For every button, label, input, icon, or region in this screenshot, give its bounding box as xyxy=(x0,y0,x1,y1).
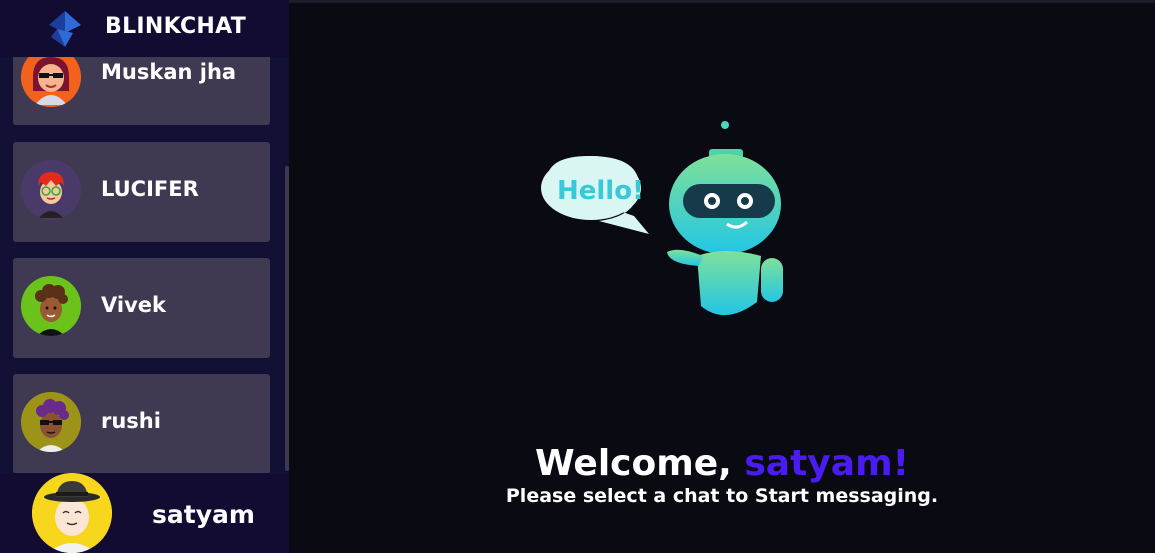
contact-item[interactable]: Vivek xyxy=(13,258,270,358)
current-user-avatar xyxy=(32,473,112,553)
welcome-username: satyam! xyxy=(744,443,909,484)
bubble-text: Hello! xyxy=(557,176,644,206)
sidebar: Muskan jha LUCIFER Vivek rushi BLINKCHAT… xyxy=(0,0,289,553)
robot-hello-illustration: Hello! xyxy=(541,121,783,316)
current-user-name: satyam xyxy=(152,500,255,529)
avatar xyxy=(21,392,81,452)
welcome-subtitle: Please select a chat to Start messaging. xyxy=(505,485,939,507)
avatar xyxy=(21,276,81,336)
contact-name: LUCIFER xyxy=(101,177,199,201)
contact-list[interactable]: Muskan jha LUCIFER Vivek rushi xyxy=(0,0,289,473)
contact-name: Vivek xyxy=(101,293,166,317)
welcome-prefix: Welcome, xyxy=(534,443,745,484)
avatar xyxy=(21,160,81,220)
welcome-heading: Welcome, satyam! xyxy=(289,443,1155,484)
contact-item[interactable]: rushi xyxy=(13,374,270,473)
current-user-panel: satyam xyxy=(0,473,289,553)
chat-panel: Hello! Welcome, satyam! Please select a … xyxy=(289,3,1155,553)
contact-name: Muskan jha xyxy=(101,60,237,84)
app-header: BLINKCHAT xyxy=(0,0,289,57)
app-title: BLINKCHAT xyxy=(105,14,247,39)
contact-name: rushi xyxy=(101,409,161,433)
contact-item[interactable]: LUCIFER xyxy=(13,142,270,242)
blinkchat-logo-icon xyxy=(49,11,81,47)
